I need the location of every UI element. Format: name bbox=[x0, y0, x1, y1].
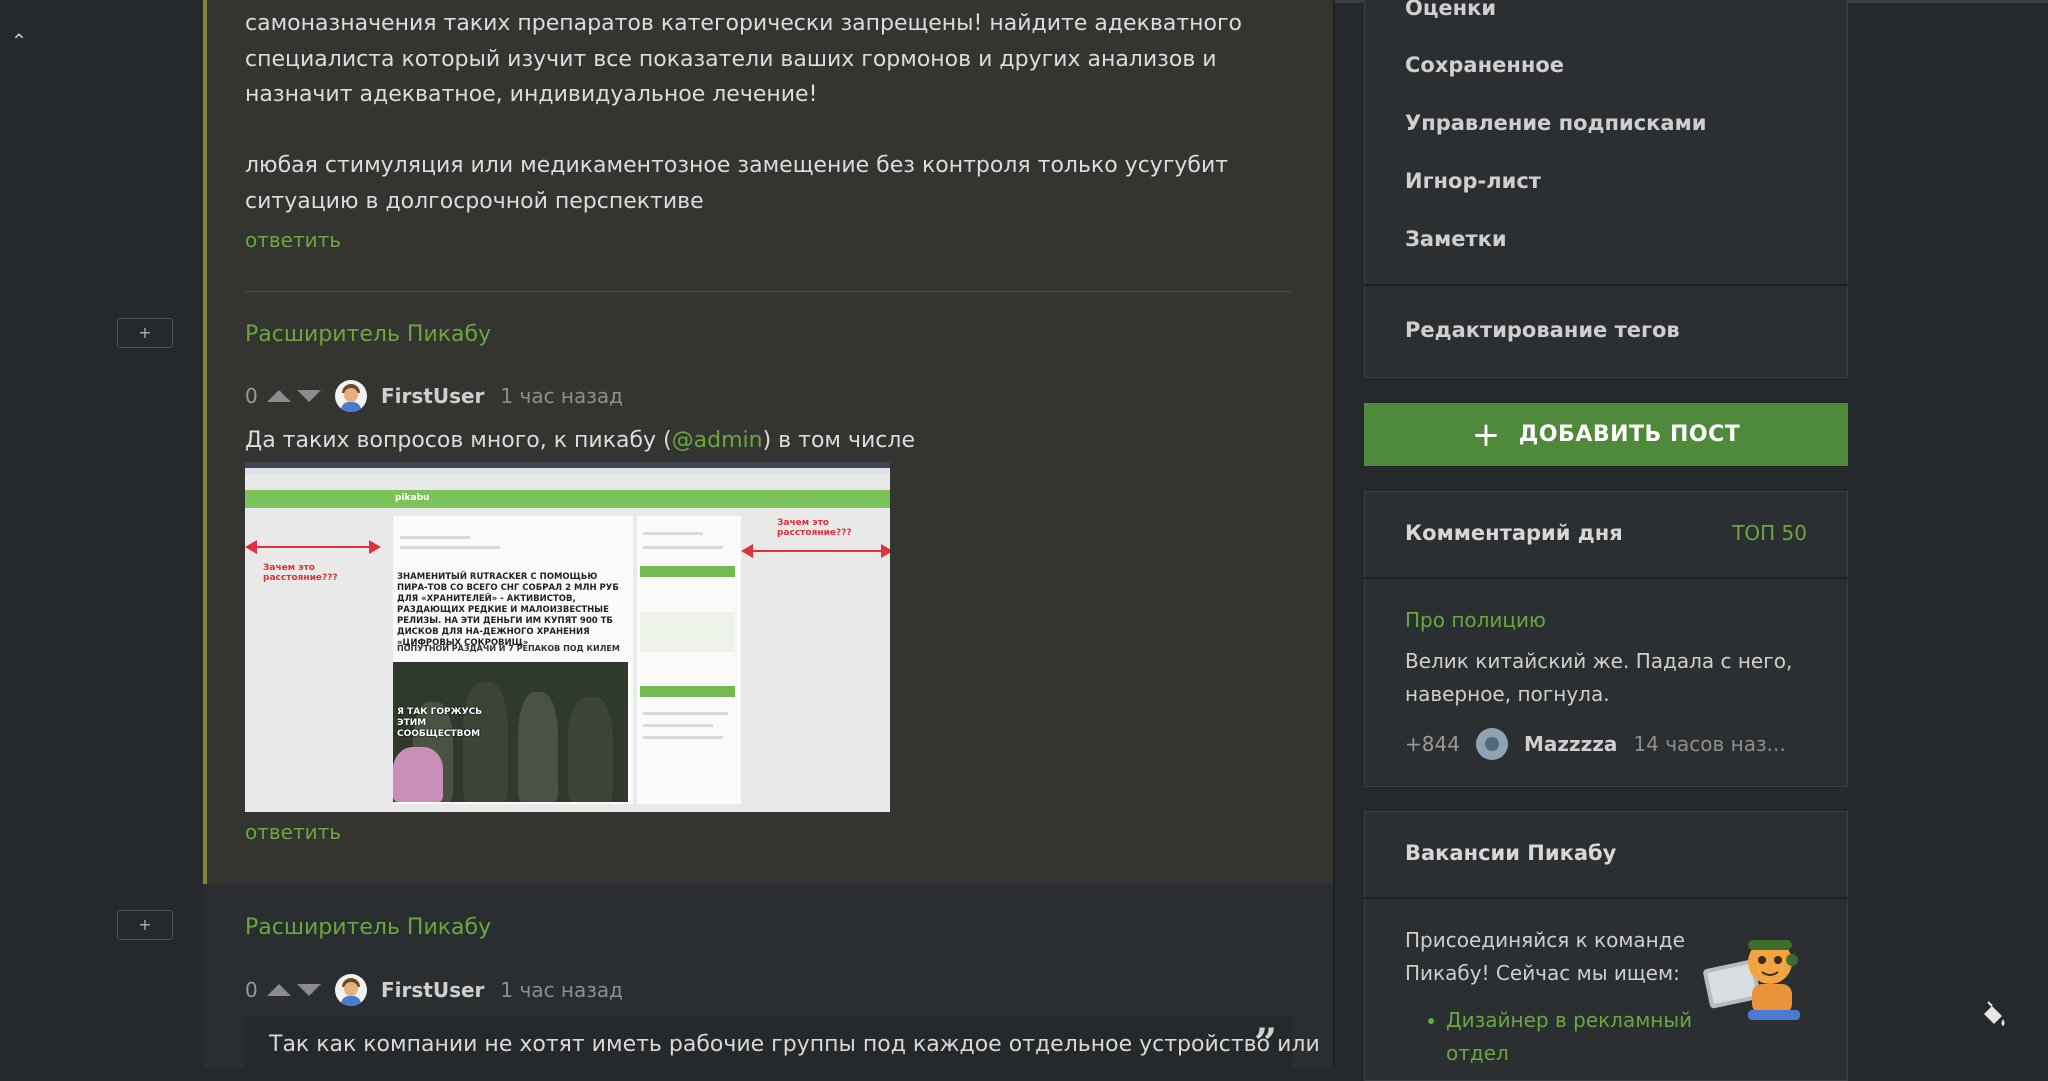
quote-text: Так как компании не хотят иметь рабочие … bbox=[269, 1032, 1320, 1057]
vacancy-link[interactable]: Дизайнер в рекламный отдел bbox=[1446, 1004, 1706, 1070]
comment-time[interactable]: 1 час назад bbox=[500, 978, 623, 1002]
comment-author[interactable]: FirstUser bbox=[381, 978, 484, 1002]
embedded-caption: ПОПУТНОЙ РАЗДАЧИ И 7 РЕПАКОВ ПОД КИЛЕМ bbox=[397, 644, 620, 653]
extension-title[interactable]: Расширитель Пикабу bbox=[245, 915, 491, 940]
vacancies-header: Вакансии Пикабу bbox=[1364, 811, 1848, 899]
menu-item-ignore-list[interactable]: Игнор-лист bbox=[1405, 169, 1541, 193]
avatar[interactable] bbox=[335, 380, 367, 412]
left-gutter bbox=[0, 0, 203, 1069]
reply-link[interactable]: ответить bbox=[245, 228, 341, 252]
arrow-up-icon[interactable] bbox=[267, 984, 291, 996]
comment-image[interactable]: pikabu ЗНАМЕНИТЫЙ RUTRACKER С ПОМОЩЬЮ ПИ… bbox=[245, 462, 890, 812]
menu-item-subscriptions[interactable]: Управление подписками bbox=[1405, 111, 1706, 135]
comment-of-day-meta: +844 Mazzzza 14 часов наз... bbox=[1405, 727, 1786, 761]
embedded-note: Зачем это расстояние??? bbox=[777, 518, 852, 538]
comment-text: любая стимуляция или медикаментозное зам… bbox=[245, 153, 1229, 214]
mascot-illustration bbox=[1703, 940, 1800, 1020]
comment-of-day-post-link[interactable]: Про полицию bbox=[1405, 608, 1546, 632]
comment-meta: 0 FirstUser 1 час назад bbox=[245, 972, 623, 1008]
comment-text: самоназначения таких препаратов категори… bbox=[245, 11, 1242, 107]
column-divider bbox=[1333, 0, 1335, 1069]
comment-rating: 0 bbox=[245, 384, 258, 408]
menu-item-edit-tags[interactable]: Редактирование тегов bbox=[1405, 318, 1680, 342]
top50-link[interactable]: ТОП 50 bbox=[1732, 521, 1807, 545]
divider bbox=[1364, 284, 1848, 286]
expand-comment-button[interactable]: + bbox=[117, 910, 173, 940]
comment-of-day-title: Комментарий дня bbox=[1405, 521, 1623, 545]
add-post-button[interactable]: + ДОБАВИТЬ ПОСТ bbox=[1364, 403, 1848, 466]
vacancies-title: Вакансии Пикабу bbox=[1405, 841, 1617, 865]
comment-author[interactable]: FirstUser bbox=[381, 384, 484, 408]
divider bbox=[245, 291, 1292, 292]
arrow-down-icon[interactable] bbox=[297, 390, 321, 402]
comment-of-day-author[interactable]: Mazzzza bbox=[1524, 732, 1617, 756]
vacancies-text: Присоединяйся к команде Пикабу! Сейчас м… bbox=[1405, 928, 1685, 985]
reply-link[interactable]: ответить bbox=[245, 820, 341, 844]
menu-item-saved[interactable]: Сохраненное bbox=[1405, 53, 1564, 77]
expand-comment-button[interactable]: + bbox=[117, 318, 173, 348]
menu-item-notes[interactable]: Заметки bbox=[1405, 227, 1507, 251]
comment-of-day-rating: +844 bbox=[1405, 732, 1460, 756]
comment-meta: 0 FirstUser 1 час назад bbox=[245, 378, 623, 414]
embedded-note: Зачем это расстояние??? bbox=[263, 563, 338, 583]
menu-item-ratings[interactable]: Оценки bbox=[1405, 0, 1496, 20]
comment-time[interactable]: 1 час назад bbox=[500, 384, 623, 408]
embedded-caption: ЗНАМЕНИТЫЙ RUTRACKER С ПОМОЩЬЮ ПИРА-ТОВ … bbox=[397, 572, 619, 648]
arrow-up-icon[interactable] bbox=[267, 390, 291, 402]
extension-title[interactable]: Расширитель Пикабу bbox=[245, 322, 491, 347]
embedded-logo: pikabu bbox=[395, 493, 430, 503]
comment-of-day-text: Велик китайский же. Падала с него, навер… bbox=[1405, 649, 1793, 706]
add-post-label: ДОБАВИТЬ ПОСТ bbox=[1518, 422, 1741, 447]
comment-of-day-header: Комментарий дня ТОП 50 bbox=[1364, 491, 1848, 579]
comment-text: Да таких вопросов много, к пикабу (@admi… bbox=[245, 428, 915, 453]
list-bullet bbox=[1428, 1018, 1434, 1024]
avatar[interactable] bbox=[335, 974, 367, 1006]
mention-link[interactable]: @admin bbox=[672, 428, 763, 453]
arrow-down-icon[interactable] bbox=[297, 984, 321, 996]
avatar[interactable] bbox=[1475, 728, 1508, 760]
comment-of-day-time: 14 часов наз... bbox=[1633, 732, 1786, 756]
quote-block: Так как компании не хотят иметь рабочие … bbox=[245, 1016, 1320, 1076]
comment-rating: 0 bbox=[245, 978, 258, 1002]
plus-icon: + bbox=[1471, 414, 1501, 455]
paint-bucket-icon[interactable] bbox=[1978, 1000, 2008, 1030]
quote-icon[interactable]: ” bbox=[1254, 1020, 1277, 1067]
thread-branch-line[interactable] bbox=[203, 0, 207, 884]
chevron-up-icon[interactable]: ⌃ bbox=[8, 30, 30, 52]
embedded-image-text: Я ТАК ГОРЖУСЬ ЭТИМ СООБЩЕСТВОМ bbox=[397, 707, 483, 739]
